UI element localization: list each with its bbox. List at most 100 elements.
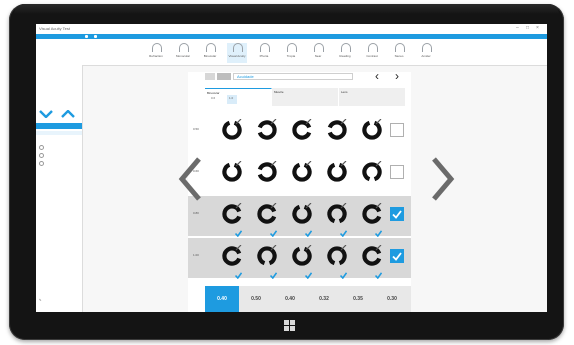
check-icon	[374, 224, 383, 238]
ribbon-icon	[314, 43, 324, 52]
row-checkbox[interactable]	[390, 165, 404, 179]
ribbon-item[interactable]: Visual Acuity	[227, 43, 247, 63]
acuity-value-button[interactable]: 0.40	[273, 286, 307, 312]
acuity-values-bar: 0.40 0.50 0.40 0.32 0.35 0.30	[205, 286, 411, 312]
radio-option[interactable]	[39, 145, 44, 150]
arrow-down-icon[interactable]	[39, 105, 53, 119]
row-label: 0.50	[193, 127, 199, 131]
quick-icon[interactable]	[94, 35, 97, 38]
acuity-value-button[interactable]: 0.35	[341, 286, 375, 312]
ribbon-item[interactable]: Amsler	[416, 43, 436, 63]
app-title: Visual Acuity Test	[39, 26, 70, 31]
row-label: 0.80	[193, 211, 199, 215]
maximize-icon[interactable]: □	[526, 25, 529, 31]
ribbon-icon	[341, 43, 351, 52]
quick-icon[interactable]	[85, 35, 88, 38]
tab-binocular[interactable]: Binocular 0.6 1.0	[205, 88, 272, 107]
ribbon-item[interactable]: Tropia	[281, 43, 301, 63]
ribbon-icon	[395, 43, 405, 52]
optotype-row[interactable]: 0.50	[188, 112, 411, 152]
landolt-c-icon[interactable]	[361, 161, 383, 183]
row-checkbox[interactable]	[390, 123, 404, 137]
tab-muscle[interactable]: Muscle	[272, 88, 339, 106]
check-icon	[374, 266, 383, 280]
landolt-c-icon[interactable]	[291, 203, 313, 225]
acuity-value-button[interactable]: 0.32	[307, 286, 341, 312]
optotype-row[interactable]: 0.80	[188, 196, 411, 238]
landolt-c-icon[interactable]	[221, 161, 243, 183]
landolt-c-icon[interactable]	[221, 245, 243, 267]
tab-lens[interactable]: Lens	[339, 88, 406, 106]
landolt-c-icon[interactable]	[326, 245, 348, 267]
previous-chart-icon[interactable]	[177, 156, 203, 202]
landolt-c-icon[interactable]	[326, 119, 348, 141]
ribbon-icon	[233, 43, 243, 52]
list-item[interactable]	[36, 131, 82, 135]
selected-item[interactable]	[36, 123, 82, 129]
chart-selector[interactable]: Acuidade	[233, 73, 353, 80]
check-icon	[339, 224, 348, 238]
ribbon-icon	[260, 43, 270, 52]
landolt-c-icon[interactable]	[361, 245, 383, 267]
landolt-c-icon[interactable]	[291, 119, 313, 141]
landolt-c-icon[interactable]	[291, 161, 313, 183]
ribbon-item[interactable]: Monocular	[173, 43, 193, 63]
tab-label: Binocular	[207, 91, 220, 95]
landolt-c-icon[interactable]	[256, 203, 278, 225]
landolt-c-icon[interactable]	[256, 161, 278, 183]
next-chart-icon[interactable]	[430, 156, 456, 202]
chevron-right-icon[interactable]: ›	[395, 70, 399, 82]
landolt-c-icon[interactable]	[256, 245, 278, 267]
ribbon-label: Amsler	[421, 54, 431, 58]
subtab-item[interactable]: 0.6	[211, 96, 215, 100]
toggle-button[interactable]	[217, 73, 231, 80]
ribbon-item[interactable]: Near	[308, 43, 328, 63]
ribbon-item[interactable]: Reading	[335, 43, 355, 63]
acuity-value-button[interactable]: 0.40	[205, 286, 239, 312]
chevron-left-icon[interactable]: ‹	[375, 70, 379, 82]
optotype-row[interactable]: 0.60	[188, 154, 411, 194]
ribbon-item[interactable]: Stereo	[389, 43, 409, 63]
row-checkbox[interactable]	[390, 207, 404, 221]
ribbon-icon	[287, 43, 297, 52]
row-checkbox[interactable]	[390, 249, 404, 263]
ribbon-icon	[179, 43, 189, 52]
optotype-grid: 0.50 0.60 0.80 1.00	[188, 112, 411, 307]
ribbon-item[interactable]: Binocular	[200, 43, 220, 63]
row-label: 1.00	[193, 253, 199, 257]
check-icon	[234, 266, 243, 280]
acuity-value-button[interactable]: 0.30	[375, 286, 409, 312]
windows-button-icon[interactable]	[284, 320, 296, 332]
optotype-row[interactable]: 1.00	[188, 238, 411, 280]
ribbon-item[interactable]: Contrast	[362, 43, 382, 63]
minimize-icon[interactable]: –	[516, 25, 519, 31]
tab-label: Muscle	[274, 90, 284, 94]
landolt-c-icon[interactable]	[326, 161, 348, 183]
arrow-up-icon[interactable]	[61, 105, 75, 118]
prev-field-button[interactable]	[205, 73, 215, 80]
ribbon-item[interactable]: Phoria	[254, 43, 274, 63]
landolt-c-icon[interactable]	[361, 119, 383, 141]
acuity-value-button[interactable]: 0.50	[239, 286, 273, 312]
landolt-c-icon[interactable]	[291, 245, 313, 267]
chart-toolbar: Acuidade ‹ ›	[205, 70, 405, 82]
subtab-item[interactable]: 1.0	[229, 96, 233, 100]
check-icon	[234, 224, 243, 238]
landolt-c-icon[interactable]	[361, 203, 383, 225]
ribbon-item[interactable]: Refraction	[146, 43, 166, 63]
ribbon-icon	[368, 43, 378, 52]
radio-option[interactable]	[39, 153, 44, 158]
pen-icon[interactable]: ✎	[39, 298, 42, 302]
check-icon	[269, 224, 278, 238]
close-icon[interactable]: ×	[536, 25, 539, 31]
ribbon-icon	[206, 43, 216, 52]
landolt-c-icon[interactable]	[256, 119, 278, 141]
landolt-c-icon[interactable]	[326, 203, 348, 225]
radio-option[interactable]	[39, 161, 44, 166]
landolt-c-icon[interactable]	[221, 119, 243, 141]
tablet-bezel	[14, 4, 559, 14]
landolt-c-icon[interactable]	[221, 203, 243, 225]
test-panel: Acuidade ‹ › Binocular 0.6 1.0 Muscle Lens 0…	[188, 70, 411, 312]
check-icon	[269, 266, 278, 280]
check-icon	[304, 224, 313, 238]
